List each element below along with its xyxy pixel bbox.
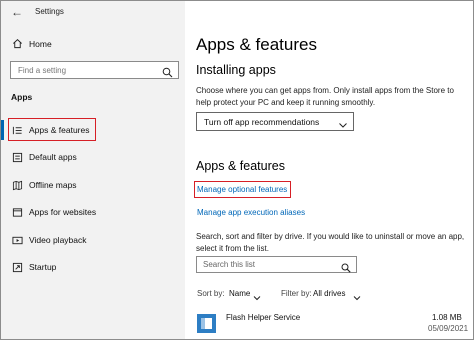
dropdown-value: Turn off app recommendations	[204, 117, 320, 127]
search-icon[interactable]	[162, 65, 173, 78]
offline-maps-icon	[11, 179, 23, 191]
sidebar-item-apps-for-websites[interactable]: Apps for websites	[1, 202, 185, 222]
sidebar-item-label: Apps for websites	[29, 207, 97, 217]
app-size: 1.08 MB	[432, 313, 462, 322]
sidebar-item-startup[interactable]: Startup	[1, 257, 185, 277]
video-playback-icon	[11, 234, 23, 246]
sidebar-item-video-playback[interactable]: Video playback	[1, 230, 185, 250]
sidebar-item-label: Offline maps	[29, 180, 77, 190]
installing-apps-description: Choose where you can get apps from. Only…	[196, 86, 454, 107]
highlight-box-optional-features	[194, 181, 291, 198]
installing-apps-heading: Installing apps	[196, 63, 276, 77]
search-list-input[interactable]: Search this list	[203, 260, 255, 269]
apps-features-heading: Apps & features	[196, 159, 285, 173]
filter-by-label: Filter by:	[281, 289, 312, 298]
startup-icon	[11, 261, 23, 273]
home-link[interactable]: Home	[29, 39, 52, 49]
app-source-dropdown[interactable]: Turn off app recommendations	[196, 112, 354, 131]
sidebar-item-label: Default apps	[29, 152, 77, 162]
app-name[interactable]: Flash Helper Service	[226, 313, 300, 322]
sidebar-item-offline-maps[interactable]: Offline maps	[1, 175, 185, 195]
find-setting-search[interactable]: Find a setting	[10, 61, 179, 79]
sort-by-dropdown[interactable]: Name	[229, 289, 250, 298]
page-title: Apps & features	[196, 35, 317, 54]
highlight-box-apps-features	[8, 118, 96, 141]
default-apps-icon	[11, 151, 23, 163]
chevron-down-icon	[338, 117, 348, 128]
sidebar-item-default-apps[interactable]: Default apps	[1, 147, 185, 167]
chevron-down-icon[interactable]	[353, 289, 361, 301]
chevron-down-icon[interactable]	[253, 289, 261, 301]
search-icon[interactable]	[341, 260, 351, 273]
filter-by-dropdown[interactable]: All drives	[313, 289, 345, 298]
apps-features-description: Search, sort and filter by drive. If you…	[196, 232, 465, 253]
sidebar-item-label: Startup	[29, 262, 57, 272]
search-this-list[interactable]: Search this list	[196, 256, 357, 273]
app-date: 05/09/2021	[428, 324, 469, 333]
sidebar-group-apps: Apps	[11, 92, 33, 102]
back-button[interactable]: ←	[11, 5, 23, 19]
sort-by-label: Sort by:	[197, 289, 225, 298]
flash-helper-app-icon	[197, 314, 216, 333]
sidebar-item-label: Video playback	[29, 235, 87, 245]
sidebar: ← Settings Home Find a setting Apps Apps…	[1, 1, 185, 339]
apps-for-websites-icon	[11, 206, 23, 218]
find-setting-input[interactable]: Find a setting	[18, 66, 66, 75]
window-title: Settings	[35, 7, 64, 16]
main-content: Apps & features Installing apps Choose w…	[185, 1, 473, 339]
selected-indicator	[1, 120, 4, 140]
home-icon[interactable]	[11, 37, 23, 49]
manage-app-execution-aliases-link[interactable]: Manage app execution aliases	[197, 208, 305, 217]
